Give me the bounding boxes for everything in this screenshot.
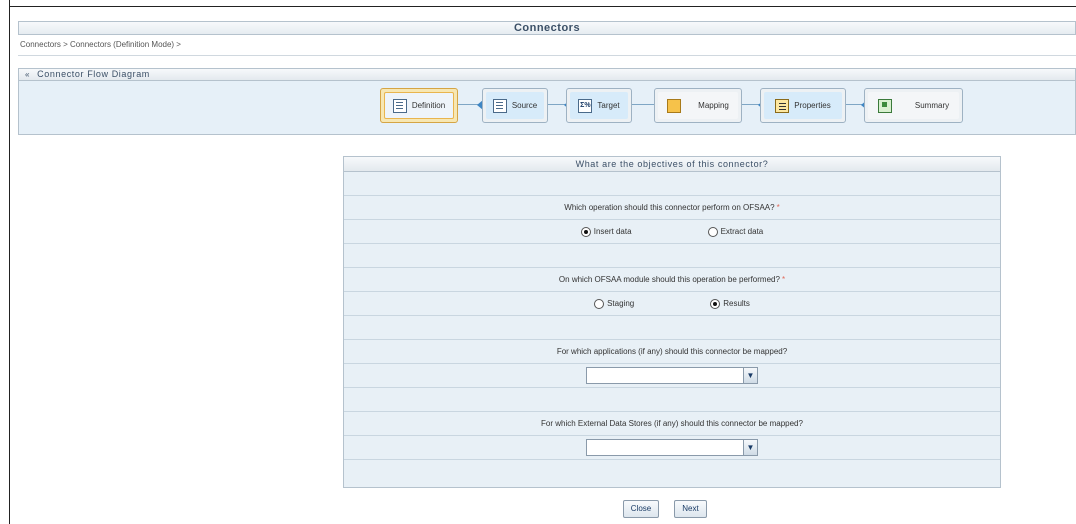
flow-diagram-title: Connector Flow Diagram xyxy=(37,69,150,79)
operation-options-row: Insert data Extract data xyxy=(344,220,1000,244)
radio-unselected-icon[interactable] xyxy=(707,226,718,237)
flow-step-label: Summary xyxy=(914,101,950,110)
breadcrumb[interactable]: Connectors > Connectors (Definition Mode… xyxy=(20,40,181,49)
flow-step-summary[interactable]: Summary xyxy=(864,88,963,123)
spacer-row xyxy=(344,244,1000,268)
operation-question: Which operation should this connector pe… xyxy=(564,203,775,212)
flow-step-source[interactable]: Source xyxy=(482,88,548,123)
module-question: On which OFSAA module should this operat… xyxy=(558,275,780,284)
chevron-down-icon[interactable]: ▼ xyxy=(743,368,757,383)
radio-label: Insert data xyxy=(593,227,632,236)
flow-step-target[interactable]: Σ% Target xyxy=(566,88,632,123)
flow-diagram-header[interactable]: « Connector Flow Diagram xyxy=(18,68,1076,81)
required-marker: * xyxy=(781,275,786,284)
radio-label: Results xyxy=(723,299,750,308)
extract-data-radio[interactable]: Extract data xyxy=(707,226,764,237)
external-stores-question-row: For which External Data Stores (if any) … xyxy=(344,412,1000,436)
applications-question: For which applications (if any) should t… xyxy=(556,347,788,356)
source-icon xyxy=(492,98,507,113)
next-button[interactable]: Next xyxy=(674,500,707,518)
radio-label: Staging xyxy=(607,299,635,308)
applications-select[interactable]: ▼ xyxy=(586,367,758,384)
flow-step-label: Properties xyxy=(794,101,831,110)
panel-title: What are the objectives of this connecto… xyxy=(344,157,1000,172)
operation-question-row: Which operation should this connector pe… xyxy=(344,196,1000,220)
objectives-panel: What are the objectives of this connecto… xyxy=(343,156,1001,488)
flow-step-mapping[interactable]: Mapping xyxy=(654,88,742,123)
radio-label: Extract data xyxy=(720,227,764,236)
summary-icon xyxy=(877,98,892,113)
flow-step-label: Target xyxy=(597,101,620,110)
required-marker: * xyxy=(776,203,780,212)
applications-question-row: For which applications (if any) should t… xyxy=(344,340,1000,364)
external-stores-select-row: ▼ xyxy=(344,436,1000,460)
module-question-row: On which OFSAA module should this operat… xyxy=(344,268,1000,292)
chevron-down-icon[interactable]: ▼ xyxy=(743,440,757,455)
window-top-border xyxy=(9,6,1076,7)
flow-step-label: Mapping xyxy=(698,101,729,110)
properties-icon xyxy=(775,98,790,113)
flow-step-label: Definition xyxy=(411,101,446,110)
page-title: Connectors xyxy=(18,21,1076,35)
radio-selected-icon[interactable] xyxy=(580,226,591,237)
results-radio[interactable]: Results xyxy=(710,298,750,309)
flow-step-label: Source xyxy=(511,101,538,110)
flow-step-definition[interactable]: Definition xyxy=(380,88,458,123)
external-stores-select[interactable]: ▼ xyxy=(586,439,758,456)
spacer-row xyxy=(344,316,1000,340)
target-icon: Σ% xyxy=(578,98,593,113)
spacer-row xyxy=(344,172,1000,196)
flow-step-properties[interactable]: Properties xyxy=(760,88,846,123)
applications-select-row: ▼ xyxy=(344,364,1000,388)
staging-radio[interactable]: Staging xyxy=(594,298,635,309)
module-options-row: Staging Results xyxy=(344,292,1000,316)
close-button[interactable]: Close xyxy=(623,500,659,518)
flow-connector-line xyxy=(632,104,654,105)
spacer-row xyxy=(344,460,1000,484)
radio-selected-icon[interactable] xyxy=(710,298,721,309)
mapping-icon xyxy=(667,98,682,113)
insert-data-radio[interactable]: Insert data xyxy=(580,226,632,237)
window-left-border xyxy=(9,0,10,524)
definition-icon xyxy=(392,98,407,113)
divider xyxy=(18,55,1076,56)
spacer-row xyxy=(344,388,1000,412)
radio-unselected-icon[interactable] xyxy=(594,298,605,309)
external-stores-question: For which External Data Stores (if any) … xyxy=(541,419,803,428)
collapse-icon[interactable]: « xyxy=(25,70,30,79)
